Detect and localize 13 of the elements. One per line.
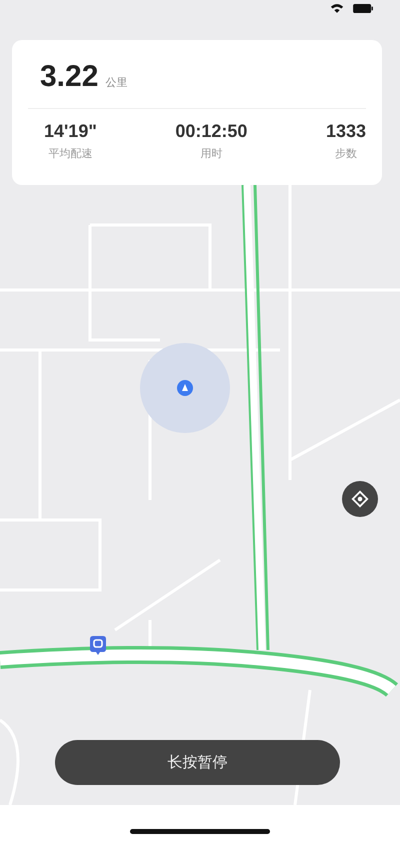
bus-stop-icon (90, 636, 106, 656)
pause-button[interactable]: 长按暂停 (55, 740, 340, 785)
location-marker-icon (177, 380, 193, 396)
stat-label: 用时 (200, 146, 222, 161)
stat-value: 14'19" (44, 121, 97, 142)
wifi-icon (330, 2, 344, 14)
distance-value: 3.22 (40, 60, 98, 94)
stat-value: 1333 (326, 121, 366, 142)
distance-unit: 公里 (105, 75, 128, 90)
stat-label: 步数 (334, 146, 357, 161)
stat-value: 00:12:50 (175, 121, 248, 142)
stat-label: 平均配速 (48, 146, 92, 161)
locate-icon (351, 490, 369, 508)
